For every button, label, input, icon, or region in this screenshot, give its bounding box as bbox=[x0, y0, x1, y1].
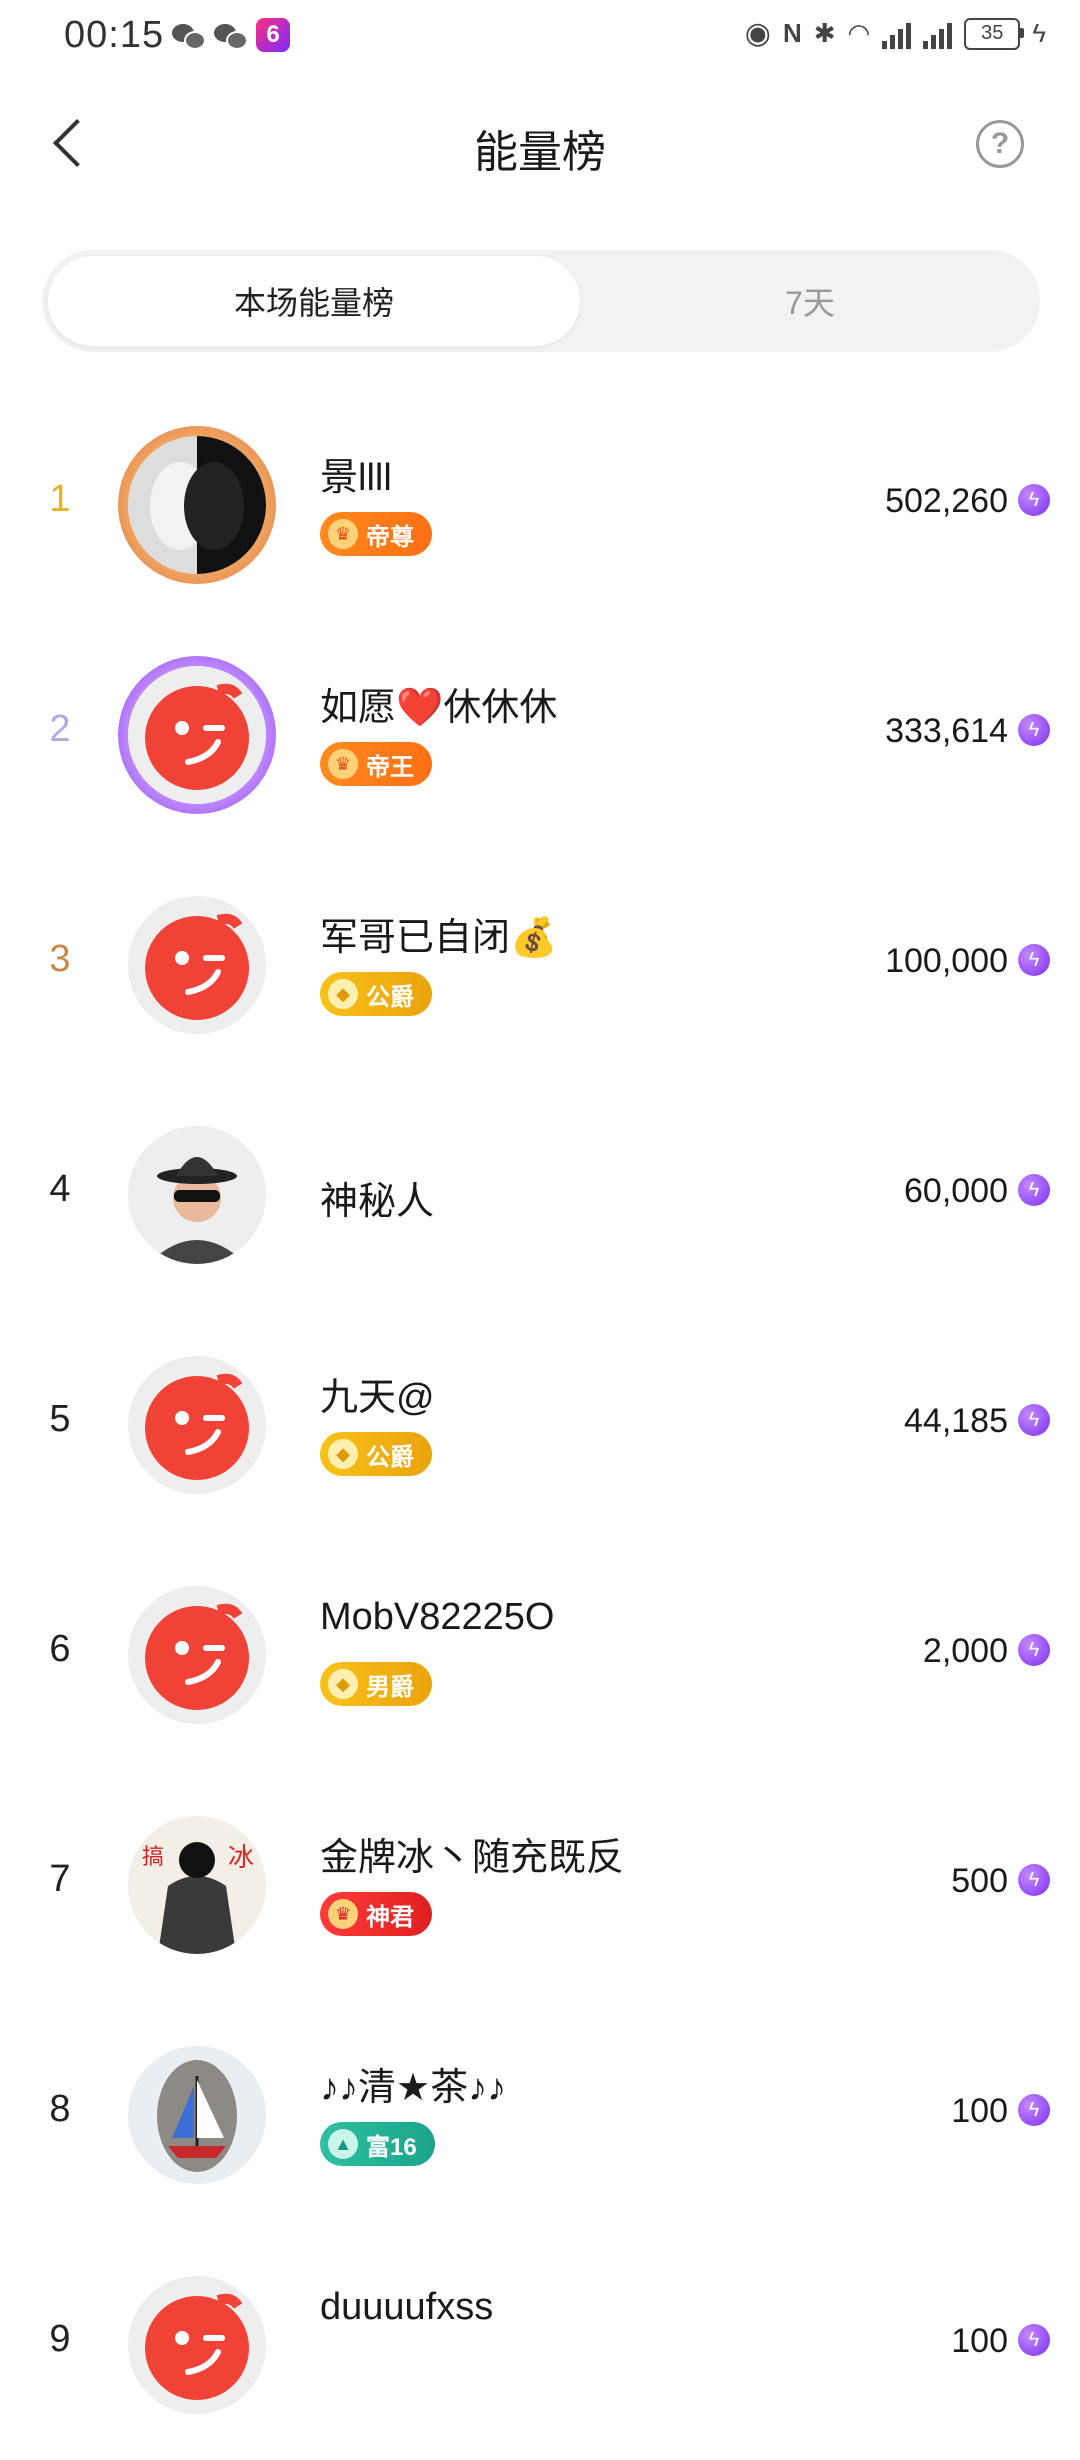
question-icon: ? bbox=[990, 127, 1010, 160]
rank-number: 6 bbox=[49, 1628, 71, 1670]
bluetooth-icon: ✱ bbox=[813, 18, 836, 48]
level-badge: ♛ 神君 bbox=[320, 1892, 432, 1936]
wifi-icon: ◠ bbox=[847, 18, 871, 48]
energy-bolt-icon: ϟ bbox=[1018, 1174, 1050, 1206]
user-name: duuuufxss bbox=[320, 2286, 494, 2328]
list-item[interactable]: 2 如愿❤️休休休 ♛ 帝王 333,614 ϟ bbox=[0, 620, 1080, 850]
energy-value: 100 bbox=[951, 2322, 1008, 2360]
level-badge: ◆ 公爵 bbox=[320, 972, 432, 1016]
energy-value: 500 bbox=[951, 1862, 1008, 1900]
rank-number: 3 bbox=[49, 938, 71, 980]
list-item[interactable]: 6 MobV82225O ◆ 男爵 2,000 ϟ bbox=[0, 1540, 1080, 1770]
eye-icon: ◉ bbox=[744, 17, 771, 50]
energy-bolt-icon: ϟ bbox=[1018, 2324, 1050, 2356]
avatar[interactable] bbox=[128, 2276, 266, 2414]
wechat-icon bbox=[172, 22, 206, 50]
rank-number: 5 bbox=[49, 1398, 71, 1440]
crown-icon: ♛ bbox=[328, 519, 358, 549]
rank-number: 7 bbox=[49, 1858, 71, 1900]
nfc-icon: N bbox=[782, 18, 802, 48]
energy-bolt-icon: ϟ bbox=[1018, 714, 1050, 746]
list-item[interactable]: 9 duuuufxss 100 ϟ bbox=[0, 2230, 1080, 2460]
level-badge: ▲ 富16 bbox=[320, 2122, 435, 2166]
rank-number: 4 bbox=[49, 1168, 71, 1210]
diamond-icon: ◆ bbox=[328, 1439, 358, 1469]
level-badge: ◆ 公爵 bbox=[320, 1432, 432, 1476]
avatar[interactable] bbox=[118, 656, 276, 814]
list-item[interactable]: 7 搞 冰 金牌冰丶随充既反 ♛ 神君 500 ϟ bbox=[0, 1770, 1080, 2000]
avatar[interactable] bbox=[118, 426, 276, 584]
avatar[interactable] bbox=[128, 1126, 266, 1264]
list-item[interactable]: 4 神秘人 60,000 ϟ bbox=[0, 1080, 1080, 1310]
tab-bar: 本场能量榜 7天 bbox=[42, 250, 1040, 352]
rank-number: 1 bbox=[49, 478, 71, 520]
crown-icon: ♛ bbox=[328, 1899, 358, 1929]
energy-value: 100 bbox=[951, 2092, 1008, 2130]
energy-bolt-icon: ϟ bbox=[1018, 484, 1050, 516]
avatar[interactable] bbox=[128, 1356, 266, 1494]
help-button[interactable]: ? bbox=[976, 120, 1024, 168]
user-name: 九天@ bbox=[320, 1377, 435, 1419]
user-name: 如愿❤️休休休 bbox=[320, 687, 558, 729]
level-badge: ◆ 男爵 bbox=[320, 1662, 432, 1706]
energy-bolt-icon: ϟ bbox=[1018, 1634, 1050, 1666]
charging-icon: ϟ bbox=[1032, 18, 1046, 48]
tab-7-days[interactable]: 7天 bbox=[580, 250, 1040, 352]
svg-text:冰: 冰 bbox=[228, 1843, 254, 1873]
user-name: 军哥已自闭💰 bbox=[320, 917, 558, 959]
avatar[interactable] bbox=[128, 2046, 266, 2184]
user-name: 金牌冰丶随充既反 bbox=[320, 1837, 625, 1879]
energy-bolt-icon: ϟ bbox=[1018, 1864, 1050, 1896]
avatar[interactable] bbox=[128, 896, 266, 1034]
list-item[interactable]: 1 景llll ♛ 帝尊 502,260 ϟ bbox=[0, 390, 1080, 620]
energy-value: 2,000 bbox=[922, 1632, 1008, 1670]
status-system-icons: ◉ N ✱ ◠ 35 ϟ bbox=[745, 16, 1046, 51]
avatar-image bbox=[128, 666, 266, 804]
page-title: 能量榜 bbox=[474, 128, 606, 177]
level-badge: ♛ 帝王 bbox=[320, 742, 432, 786]
energy-value: 44,185 bbox=[904, 1402, 1008, 1440]
energy-value: 333,614 bbox=[885, 712, 1008, 750]
list-item[interactable]: 3 军哥已自闭💰 ◆ 公爵 100,000 ϟ bbox=[0, 850, 1080, 1080]
svg-text:搞: 搞 bbox=[142, 1845, 164, 1870]
battery-icon: 35 bbox=[964, 17, 1025, 50]
signal-icon bbox=[923, 19, 953, 49]
signal-icon bbox=[882, 19, 912, 49]
triangle-icon: ▲ bbox=[328, 2129, 358, 2159]
rank-number: 8 bbox=[49, 2088, 71, 2130]
level-badge: ♛ 帝尊 bbox=[320, 512, 432, 556]
crown-icon: ♛ bbox=[328, 749, 358, 779]
avatar[interactable]: 搞 冰 bbox=[128, 1816, 266, 1954]
diamond-icon: ◆ bbox=[328, 979, 358, 1009]
user-name: 神秘人 bbox=[320, 1181, 435, 1223]
status-notification-icons: 6 bbox=[172, 18, 290, 52]
energy-value: 100,000 bbox=[885, 942, 1008, 980]
energy-value: 502,260 bbox=[885, 482, 1008, 520]
tab-current-session[interactable]: 本场能量榜 bbox=[48, 256, 580, 346]
energy-value: 60,000 bbox=[904, 1172, 1008, 1210]
status-time: 00:15 bbox=[64, 14, 165, 56]
list-item[interactable]: 5 九天@ ◆ 公爵 44,185 ϟ bbox=[0, 1310, 1080, 1540]
user-name: MobV82225O bbox=[320, 1596, 555, 1638]
energy-bolt-icon: ϟ bbox=[1018, 1404, 1050, 1436]
user-name: 景llll bbox=[320, 457, 392, 499]
energy-bolt-icon: ϟ bbox=[1018, 2094, 1050, 2126]
user-name: ♪♪清★茶♪♪ bbox=[320, 2067, 507, 2109]
avatar[interactable] bbox=[128, 1586, 266, 1724]
wechat-icon bbox=[214, 22, 248, 50]
list-item[interactable]: 8 ♪♪清★茶♪♪ ▲ 富16 100 ϟ bbox=[0, 2000, 1080, 2230]
energy-bolt-icon: ϟ bbox=[1018, 944, 1050, 976]
top-bar: 能量榜 ? bbox=[0, 80, 1080, 210]
avatar-image bbox=[128, 436, 266, 574]
rank-number: 2 bbox=[49, 708, 71, 750]
diamond-icon: ◆ bbox=[328, 1669, 358, 1699]
status-bar: 00:15 6 ◉ N ✱ ◠ 35 ϟ bbox=[0, 0, 1080, 80]
app-badge-icon: 6 bbox=[256, 18, 290, 52]
